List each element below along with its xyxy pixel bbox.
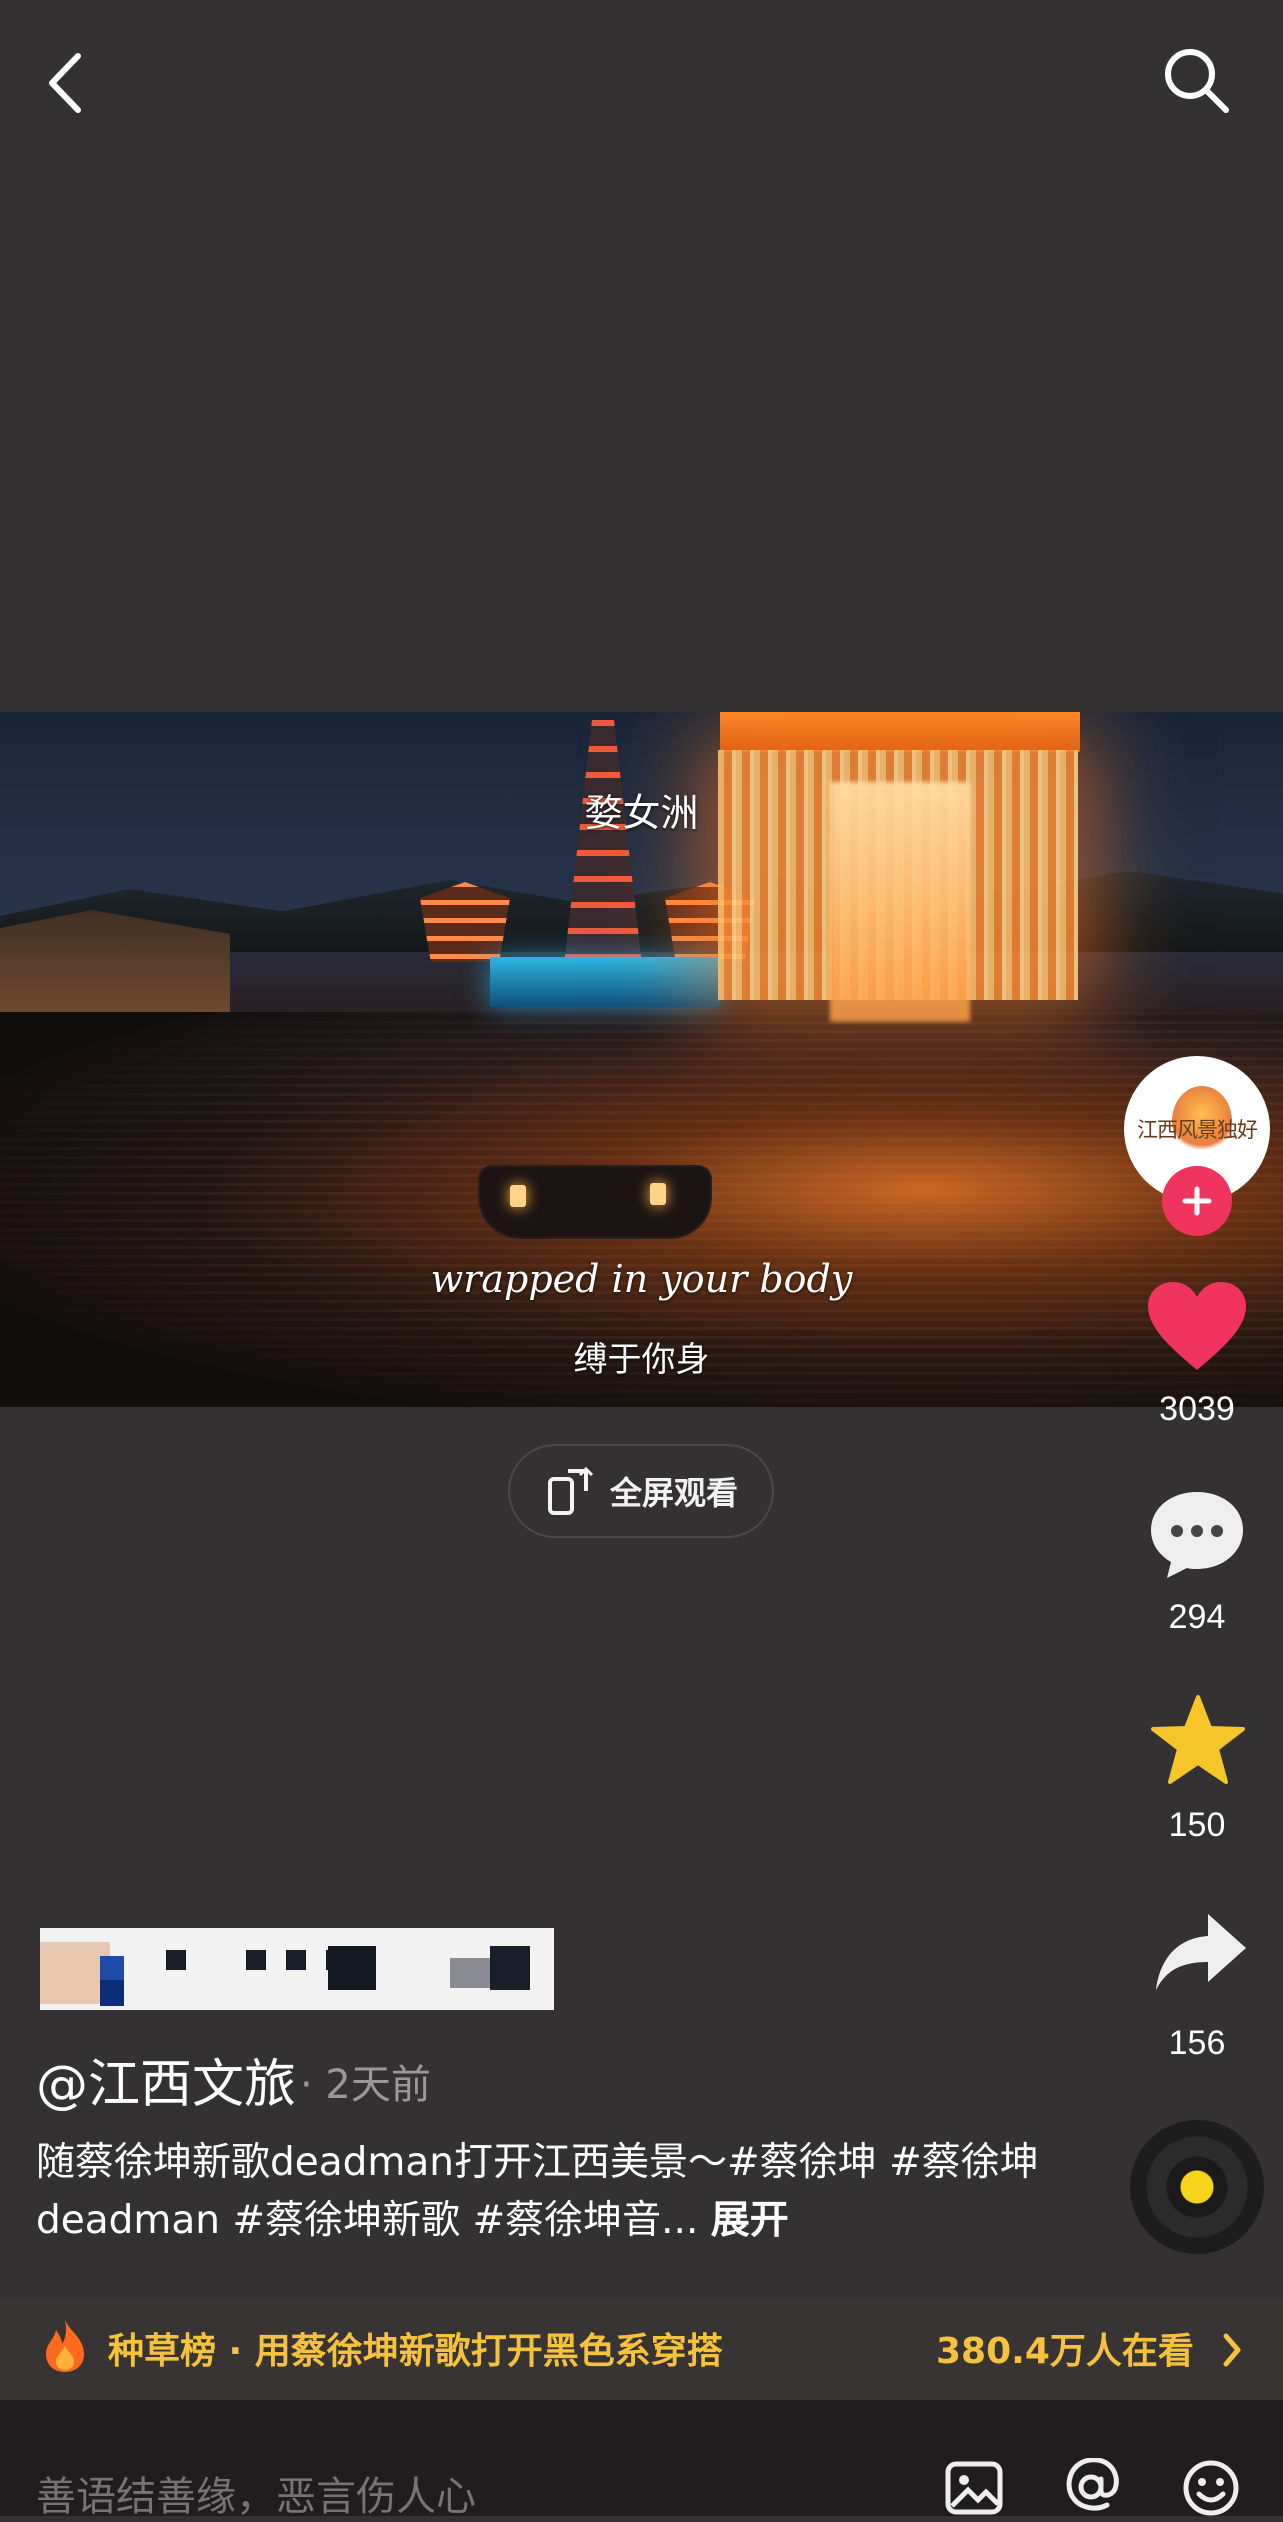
image-icon [945, 2461, 1003, 2515]
boat-light [510, 1185, 526, 1207]
pagoda-base [490, 957, 720, 1007]
pixel-block [166, 1950, 186, 1970]
share-button[interactable] [1152, 1910, 1248, 1998]
post-description[interactable]: 随蔡徐坤新歌deadman打开江西美景～#蔡徐坤 #蔡徐坤deadman #蔡徐… [36, 2134, 1056, 2250]
mention-button[interactable] [1060, 2457, 1122, 2520]
follow-button[interactable] [1162, 1166, 1232, 1236]
fountain-top [720, 712, 1080, 752]
avatar-logo-text: 江西风景独好 [1137, 1118, 1258, 1142]
heart-icon [1148, 1282, 1246, 1370]
like-count: 3039 [1159, 1390, 1235, 1428]
video-location-text: 婺女洲 [584, 791, 699, 835]
trending-viewers: 380.4万人在看 [936, 2331, 1194, 2372]
pixel-block [286, 1950, 306, 1970]
description-text: 随蔡徐坤新歌deadman打开江西美景～#蔡徐坤 #蔡徐坤deadman #蔡徐… [36, 2140, 1039, 2243]
video-subtitle-en: wrapped in your body [430, 1257, 853, 1301]
music-disc-icon[interactable] [1130, 2120, 1264, 2254]
image-button[interactable] [944, 2460, 1004, 2520]
search-button[interactable] [1160, 44, 1240, 124]
pixel-block [100, 1956, 124, 1980]
emoji-button[interactable] [1180, 2458, 1242, 2520]
share-arrow-icon [1156, 1914, 1246, 1990]
favorite-count: 150 [1168, 1806, 1226, 1844]
pavilion-left [420, 882, 510, 962]
back-button[interactable] [44, 50, 104, 120]
pixel-block [328, 1946, 376, 1990]
pixelated-banner [40, 1928, 554, 2010]
expand-link[interactable]: 展开 [711, 2198, 789, 2243]
fire-icon [40, 2318, 90, 2378]
at-icon [1066, 2457, 1119, 2511]
share-count: 156 [1168, 2024, 1226, 2062]
comment-button[interactable] [1147, 1488, 1247, 1584]
search-icon [1165, 49, 1229, 113]
boat [480, 1167, 710, 1237]
video-subtitle-zh: 缚于你身 [573, 1340, 710, 1380]
rotate-screen-icon [547, 1466, 594, 1515]
chevron-left-icon [49, 53, 81, 113]
plus-icon [1182, 1186, 1212, 1216]
pixel-block [246, 1950, 266, 1970]
comment-count: 294 [1168, 1598, 1226, 1636]
chevron-right-icon [1222, 2332, 1242, 2372]
like-button[interactable] [1146, 1280, 1248, 1378]
pixel-block [100, 1980, 124, 2006]
author-name[interactable]: @江西文旅 [36, 2042, 296, 2117]
pixel-block [490, 1946, 530, 1990]
fullscreen-label: 全屏观看 [609, 1474, 738, 1512]
emoji-icon [1183, 2460, 1239, 2516]
boat-light [650, 1183, 666, 1205]
favorite-button[interactable] [1150, 1694, 1246, 1790]
post-time: · 2天前 [300, 2062, 431, 2108]
trending-title: 种草榜 · 用蔡徐坤新歌打开黑色系穿搭 [108, 2331, 723, 2372]
pixel-block [450, 1958, 490, 1988]
fullscreen-button[interactable]: 全屏观看 [508, 1444, 774, 1538]
star-icon [1151, 1695, 1245, 1784]
comment-input[interactable]: 善语结善缘，恶言伤人心 [36, 2464, 476, 2522]
video-player[interactable]: 婺女洲 wrapped in your body 缚于你身 [0, 712, 1283, 1407]
comment-bubble-icon [1151, 1492, 1243, 1578]
